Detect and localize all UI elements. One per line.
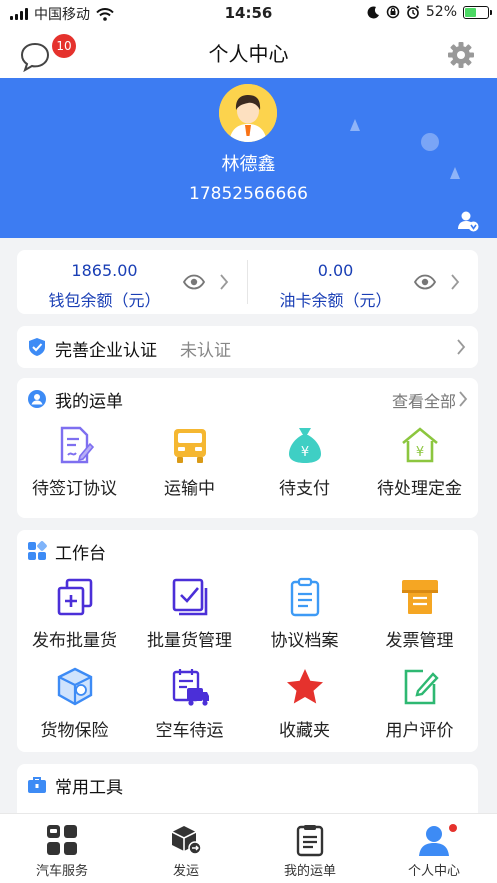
auth-title: 完善企业认证 bbox=[55, 341, 157, 361]
profile-header: 林德鑫 17852566666 bbox=[0, 78, 497, 238]
user-icon bbox=[419, 826, 449, 856]
tab-car-service[interactable]: 汽车服务 bbox=[0, 814, 124, 883]
workbench-item-cargo-insurance[interactable]: 货物保险 bbox=[17, 666, 132, 741]
tab-my-waybills[interactable]: 我的运单 bbox=[248, 814, 372, 883]
workbench-section: 工作台 发布批量货 批量货管理 协议档案 发票管理 货物保险 空车待运 收藏夹 … bbox=[17, 530, 478, 752]
grid-label: 批量货管理 bbox=[147, 631, 232, 651]
tools-title: 常用工具 bbox=[55, 778, 123, 798]
enterprise-auth-row[interactable]: 完善企业认证 未认证 bbox=[17, 326, 478, 368]
clipboard-icon bbox=[290, 577, 319, 617]
svg-text:¥: ¥ bbox=[300, 445, 308, 460]
fuel-card-balance[interactable]: 0.00 油卡余额（元） bbox=[248, 250, 478, 314]
toolbox-icon bbox=[28, 777, 46, 793]
ship-box-icon bbox=[171, 826, 202, 855]
tab-label: 发运 bbox=[172, 864, 199, 879]
grid-label: 待签订协议 bbox=[32, 479, 117, 499]
order-item-pending-sign[interactable]: 待签订协议 bbox=[17, 424, 132, 499]
battery-icon bbox=[463, 5, 492, 19]
balance-card: 1865.00 钱包余额（元） 0.00 油卡余额（元） bbox=[17, 250, 478, 314]
add-document-icon bbox=[57, 578, 92, 616]
bubble-decoration-icon bbox=[421, 133, 439, 151]
user-circle-icon bbox=[28, 390, 46, 408]
user-name: 林德鑫 bbox=[221, 154, 276, 175]
alarm-icon bbox=[406, 5, 419, 19]
empty-truck-schedule-icon bbox=[172, 669, 209, 706]
status-bar: 中国移动 14:56 52% bbox=[0, 0, 497, 26]
grid-label: 货物保险 bbox=[40, 721, 109, 741]
notification-dot bbox=[449, 824, 457, 832]
order-item-pending-payment[interactable]: ¥ 待支付 bbox=[247, 424, 362, 499]
workbench-item-publish-batch[interactable]: 发布批量货 bbox=[17, 576, 132, 651]
order-item-in-transit[interactable]: 运输中 bbox=[132, 424, 247, 499]
star-icon bbox=[286, 669, 323, 704]
fuel-balance-value: 0.00 bbox=[317, 261, 354, 280]
workbench-item-reviews[interactable]: 用户评价 bbox=[362, 666, 477, 741]
grid-label: 空车待运 bbox=[155, 721, 224, 741]
user-phone: 17852566666 bbox=[189, 184, 308, 204]
eye-icon[interactable] bbox=[183, 274, 205, 290]
contract-sign-icon bbox=[60, 426, 94, 464]
grid-label: 协议档案 bbox=[270, 631, 339, 651]
nav-bar: 10 个人中心 bbox=[0, 26, 497, 78]
shield-check-icon bbox=[29, 338, 45, 356]
checklist-icon bbox=[172, 578, 207, 616]
user-verified-icon[interactable] bbox=[457, 210, 479, 232]
tab-label: 个人中心 bbox=[407, 864, 460, 879]
tab-profile[interactable]: 个人中心 bbox=[372, 814, 496, 883]
grid-label: 待支付 bbox=[279, 479, 330, 499]
grid-label: 收藏夹 bbox=[279, 721, 330, 741]
edit-review-icon bbox=[404, 669, 439, 705]
svg-text:¥: ¥ bbox=[415, 445, 423, 460]
workbench-item-batch-manage[interactable]: 批量货管理 bbox=[132, 576, 247, 651]
invoice-printer-icon bbox=[401, 580, 438, 614]
auth-status: 未认证 bbox=[180, 341, 231, 361]
workbench-item-agreements[interactable]: 协议档案 bbox=[247, 576, 362, 651]
grid-label: 待处理定金 bbox=[377, 479, 462, 499]
workbench-title: 工作台 bbox=[55, 544, 106, 564]
tab-ship[interactable]: 发运 bbox=[124, 814, 248, 883]
workbench-item-invoices[interactable]: 发票管理 bbox=[362, 576, 477, 651]
sail-decoration-icon bbox=[350, 119, 360, 131]
grid-label: 发布批量货 bbox=[32, 631, 117, 651]
tab-label: 汽车服务 bbox=[35, 864, 88, 879]
apps-grid-icon bbox=[28, 541, 47, 560]
lock-rotation-icon bbox=[386, 5, 400, 19]
page-title: 个人中心 bbox=[208, 42, 289, 66]
workbench-item-empty-truck[interactable]: 空车待运 bbox=[132, 666, 247, 741]
chevron-right-icon bbox=[220, 274, 229, 290]
fuel-balance-label: 油卡余额（元） bbox=[279, 291, 392, 310]
car-service-icon bbox=[47, 825, 77, 855]
view-all-link[interactable]: 查看全部 bbox=[392, 388, 456, 412]
grid-label: 发票管理 bbox=[385, 631, 454, 651]
chevron-right-icon bbox=[459, 391, 468, 407]
tab-bar: 汽车服务 发运 我的运单 个人中心 bbox=[0, 813, 497, 883]
orders-title: 我的运单 bbox=[55, 392, 123, 412]
avatar-image bbox=[219, 84, 277, 142]
eye-icon[interactable] bbox=[414, 274, 436, 290]
grid-label: 运输中 bbox=[164, 479, 215, 499]
wallet-balance-value: 1865.00 bbox=[71, 261, 138, 280]
wallet-balance-label: 钱包余额（元） bbox=[48, 291, 161, 310]
settings-button[interactable] bbox=[447, 41, 475, 69]
order-item-pending-deposit[interactable]: ¥ 待处理定金 bbox=[362, 424, 477, 499]
tab-label: 我的运单 bbox=[283, 864, 336, 879]
waybill-icon bbox=[296, 825, 324, 857]
workbench-item-favorites[interactable]: 收藏夹 bbox=[247, 666, 362, 741]
truck-icon bbox=[173, 429, 206, 463]
wallet-balance[interactable]: 1865.00 钱包余额（元） bbox=[17, 250, 247, 314]
chevron-right-icon bbox=[457, 339, 466, 355]
moon-icon bbox=[367, 5, 379, 18]
battery-percent: 52% bbox=[425, 4, 457, 20]
chevron-right-icon bbox=[451, 274, 460, 290]
house-yuan-icon: ¥ bbox=[401, 427, 438, 463]
gear-icon bbox=[448, 42, 474, 68]
money-bag-icon: ¥ bbox=[288, 428, 321, 463]
status-right: 52% bbox=[367, 4, 492, 20]
my-orders-section: 我的运单 查看全部 待签订协议 运输中 ¥ 待支付 ¥ 待处理定金 bbox=[17, 378, 478, 518]
avatar[interactable] bbox=[219, 84, 277, 142]
insured-box-icon bbox=[57, 667, 92, 706]
grid-label: 用户评价 bbox=[385, 721, 454, 741]
